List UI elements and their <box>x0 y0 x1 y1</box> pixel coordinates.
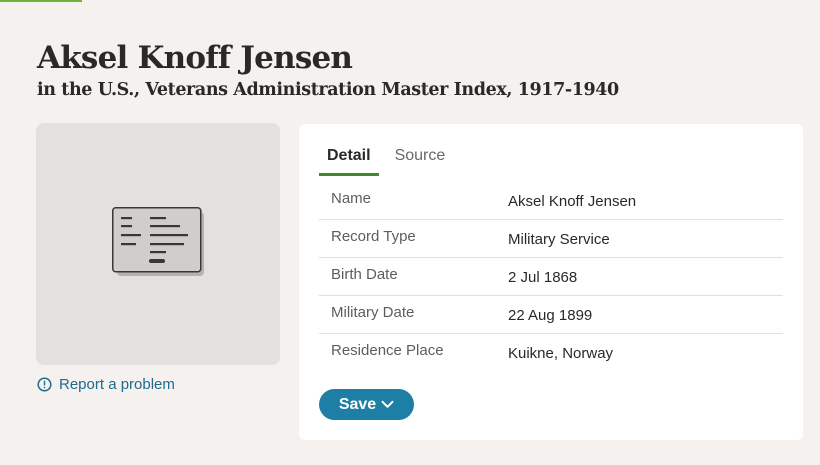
detail-label: Birth Date <box>331 266 398 283</box>
save-button[interactable]: Save <box>319 389 414 420</box>
top-accent-bar <box>0 0 82 2</box>
detail-value: 2 Jul 1868 <box>508 269 578 286</box>
detail-value: Aksel Knoff Jensen <box>508 193 637 210</box>
detail-row-record-type: Record Type Military Service <box>319 220 783 258</box>
record-detail-card: Detail Source Name Aksel Knoff Jensen Re… <box>299 124 803 440</box>
save-button-label: Save <box>338 395 377 413</box>
report-problem-label: Report a problem <box>59 376 175 393</box>
chevron-down-icon <box>381 396 394 414</box>
detail-value: 22 Aug 1899 <box>508 307 593 324</box>
tab-source[interactable]: Source <box>387 144 454 176</box>
detail-label: Military Date <box>331 304 415 321</box>
record-image-panel <box>36 123 280 365</box>
report-problem-link[interactable]: Report a problem <box>37 376 175 393</box>
tab-detail[interactable]: Detail <box>319 144 379 176</box>
record-card-icon <box>112 207 204 282</box>
detail-table: Name Aksel Knoff Jensen Record Type Mili… <box>319 182 783 371</box>
detail-value: Military Service <box>508 231 610 248</box>
detail-value: Kuikne, Norway <box>508 345 614 362</box>
detail-label: Residence Place <box>331 342 444 359</box>
detail-label: Record Type <box>331 228 416 245</box>
page-title: Aksel Knoff Jensen <box>37 40 353 76</box>
detail-tabs: Detail Source <box>319 144 453 176</box>
detail-row-name: Name Aksel Knoff Jensen <box>319 182 783 220</box>
detail-label: Name <box>331 190 372 207</box>
detail-row-residence-place: Residence Place Kuikne, Norway <box>319 334 783 371</box>
info-icon <box>37 377 52 392</box>
collection-subtitle: in the U.S., Veterans Administration Mas… <box>37 80 619 100</box>
detail-row-birth-date: Birth Date 2 Jul 1868 <box>319 258 783 296</box>
detail-row-military-date: Military Date 22 Aug 1899 <box>319 296 783 334</box>
